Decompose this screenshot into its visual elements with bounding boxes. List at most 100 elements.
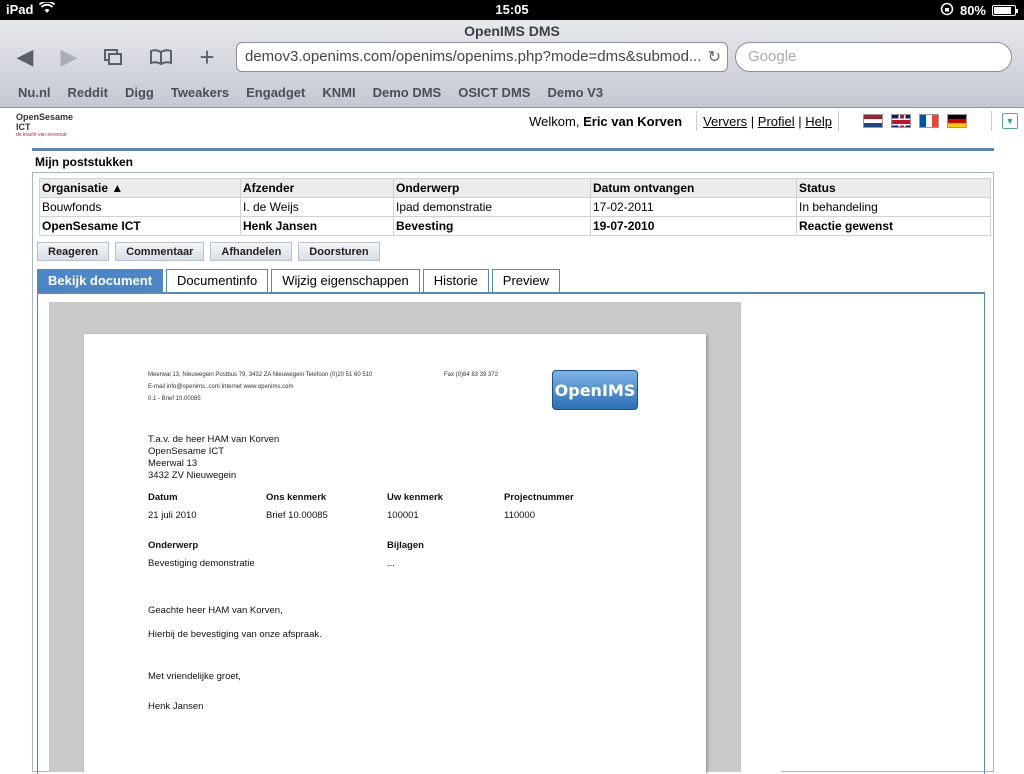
browser-chrome: OpenIMS DMS ◀ ▶ + demov3.openims.com/ope… xyxy=(0,20,1024,108)
document-page: Meerwal 13, Nieuwegein Postbus 79, 3432 … xyxy=(84,334,706,774)
label-projectnummer: Projectnummer xyxy=(504,492,574,503)
col-status[interactable]: Status xyxy=(796,178,991,198)
browser-title: OpenIMS DMS xyxy=(464,23,560,39)
address-line: 3432 ZV Nieuwegein xyxy=(148,470,237,481)
back-icon[interactable]: ◀ xyxy=(10,43,40,71)
canvas-margin xyxy=(741,302,781,772)
doc-signature: Henk Jansen xyxy=(148,701,204,712)
dropdown-icon[interactable]: ▼ xyxy=(1002,113,1018,129)
logo-name: OpenSesame ICT xyxy=(16,112,74,132)
help-link[interactable]: Help xyxy=(805,114,832,129)
col-afzender[interactable]: Afzender xyxy=(240,178,394,198)
french-flag-icon[interactable] xyxy=(919,114,939,128)
bookmark-knmi[interactable]: KNMI xyxy=(322,82,355,106)
bookmark-reddit[interactable]: Reddit xyxy=(68,82,108,106)
cell-afzender: I. de Weijs xyxy=(240,197,394,217)
doc-header-address: Meerwal 13, Nieuwegein Postbus 79, 3432 … xyxy=(148,372,373,378)
bookmark-digg[interactable]: Digg xyxy=(125,82,154,106)
web-page: OpenSesame ICT de kracht van eenvoud Wel… xyxy=(0,108,1024,774)
bookmarks-icon[interactable] xyxy=(146,43,176,71)
label-onderwerp: Onderwerp xyxy=(148,540,199,551)
col-onderwerp[interactable]: Onderwerp xyxy=(393,178,591,198)
doc-closing: Met vriendelijke groet, xyxy=(148,671,241,682)
reply-button[interactable]: Reageren xyxy=(37,242,110,261)
doc-address-block: T.a.v. de heer HAM van Korven OpenSesame… xyxy=(148,434,279,482)
clock: 15:05 xyxy=(495,2,529,17)
col-datum[interactable]: Datum ontvangen xyxy=(590,178,797,198)
value-projectnummer: 110000 xyxy=(504,510,535,521)
doc-header-ref: 0.1 - Brief 10.00085 xyxy=(148,396,201,402)
posts-table: Organisatie ▲ Afzender Onderwerp Datum o… xyxy=(39,178,991,236)
forward-button[interactable]: Doorsturen xyxy=(298,242,380,261)
url-field[interactable]: demov3.openims.com/openims/openims.php?m… xyxy=(236,42,728,72)
bookmark-tweakers[interactable]: Tweakers xyxy=(171,82,229,106)
dutch-flag-icon[interactable] xyxy=(863,114,883,128)
welcome-prefix: Welkom, xyxy=(529,113,580,129)
battery-percent: 80% xyxy=(959,3,986,18)
pages-icon[interactable] xyxy=(98,43,128,71)
table-row[interactable]: OpenSesame ICT Henk Jansen Bevesting 19-… xyxy=(39,216,991,236)
divider xyxy=(991,111,992,131)
doc-header-contact: E-mail info@openims..com Internet www.op… xyxy=(148,384,294,390)
url-text: demov3.openims.com/openims/openims.php?m… xyxy=(245,48,702,65)
openims-logo: OpenIMS xyxy=(552,370,638,410)
cell-status: Reactie gewenst xyxy=(796,216,991,236)
user-name: Eric van Korven xyxy=(583,113,683,129)
reload-icon[interactable]: ↻ xyxy=(708,47,721,67)
add-icon[interactable]: + xyxy=(192,42,222,72)
label-bijlagen: Bijlagen xyxy=(387,540,424,551)
doc-header-fax: Fax (0)84 83 39 372 xyxy=(444,372,499,378)
address-line: Meerwal 13 xyxy=(148,458,198,469)
bookmark-demo-dms[interactable]: Demo DMS xyxy=(373,82,442,106)
value-ons-kenmerk: Brief 10.00085 xyxy=(266,510,328,521)
cell-organisatie: OpenSesame ICT xyxy=(39,216,241,236)
top-nav: Welkom, Eric van Korven Ververs | Profie… xyxy=(529,108,1024,134)
english-flag-icon[interactable] xyxy=(891,114,911,128)
tab-documentinfo[interactable]: Documentinfo xyxy=(166,269,269,293)
handle-button[interactable]: Afhandelen xyxy=(210,242,293,261)
battery-icon xyxy=(992,5,1018,16)
cell-datum: 19-07-2010 xyxy=(590,216,797,236)
cell-afzender: Henk Jansen xyxy=(240,216,394,236)
value-onderwerp: Bevestiging demonstratie xyxy=(148,558,255,569)
rotation-lock-icon xyxy=(940,2,954,19)
top-links: Ververs | Profiel | Help xyxy=(703,113,832,129)
forward-icon[interactable]: ▶ xyxy=(54,43,84,71)
bookmark-osict-dms[interactable]: OSICT DMS xyxy=(458,82,530,106)
tab-bar: Bekijk document Documentinfo Wijzig eige… xyxy=(37,269,561,293)
site-logo[interactable]: OpenSesame ICT de kracht van eenvoud xyxy=(16,112,84,138)
refresh-link[interactable]: Ververs xyxy=(703,114,747,129)
address-line: OpenSesame ICT xyxy=(148,446,225,457)
document-canvas: Meerwal 13, Nieuwegein Postbus 79, 3432 … xyxy=(49,302,781,774)
tab-history[interactable]: Historie xyxy=(422,269,489,293)
col-organisatie[interactable]: Organisatie ▲ xyxy=(39,178,241,198)
label-uw-kenmerk: Uw kenmerk xyxy=(387,492,443,503)
label-datum: Datum xyxy=(148,492,178,503)
section-title: Mijn poststukken xyxy=(35,155,134,169)
table-row[interactable]: Bouwfonds I. de Weijs Ipad demonstratie … xyxy=(39,197,991,217)
tab-preview[interactable]: Preview xyxy=(491,269,561,293)
status-bar: iPad 15:05 80% xyxy=(0,0,1024,20)
bookmark-nu[interactable]: Nu.nl xyxy=(18,82,51,106)
cell-datum: 17-02-2011 xyxy=(590,197,797,217)
profile-link[interactable]: Profiel xyxy=(758,114,795,129)
doc-body: Hierbij de bevestiging van onze afspraak… xyxy=(148,629,322,640)
bookmark-engadget[interactable]: Engadget xyxy=(246,82,305,106)
table-header-row: Organisatie ▲ Afzender Onderwerp Datum o… xyxy=(39,178,991,198)
search-field[interactable]: Google xyxy=(735,42,1012,72)
logo-tagline: de kracht van eenvoud xyxy=(16,132,67,138)
header-rule xyxy=(32,148,994,151)
value-bijlagen: ... xyxy=(387,558,395,569)
comment-button[interactable]: Commentaar xyxy=(115,242,205,261)
bookmark-demo-v3[interactable]: Demo V3 xyxy=(547,82,603,106)
cell-status: In behandeling xyxy=(796,197,991,217)
tab-edit-properties[interactable]: Wijzig eigenschappen xyxy=(271,269,420,293)
value-uw-kenmerk: 100001 xyxy=(387,510,419,521)
address-line: T.a.v. de heer HAM van Korven xyxy=(148,434,280,445)
divider xyxy=(696,111,698,131)
tab-view-document[interactable]: Bekijk document xyxy=(37,269,164,293)
document-viewer[interactable]: Meerwal 13, Nieuwegein Postbus 79, 3432 … xyxy=(37,294,985,774)
welcome-text: Welkom, Eric van Korven xyxy=(529,114,682,129)
german-flag-icon[interactable] xyxy=(947,114,967,128)
cell-onderwerp: Ipad demonstratie xyxy=(393,197,591,217)
